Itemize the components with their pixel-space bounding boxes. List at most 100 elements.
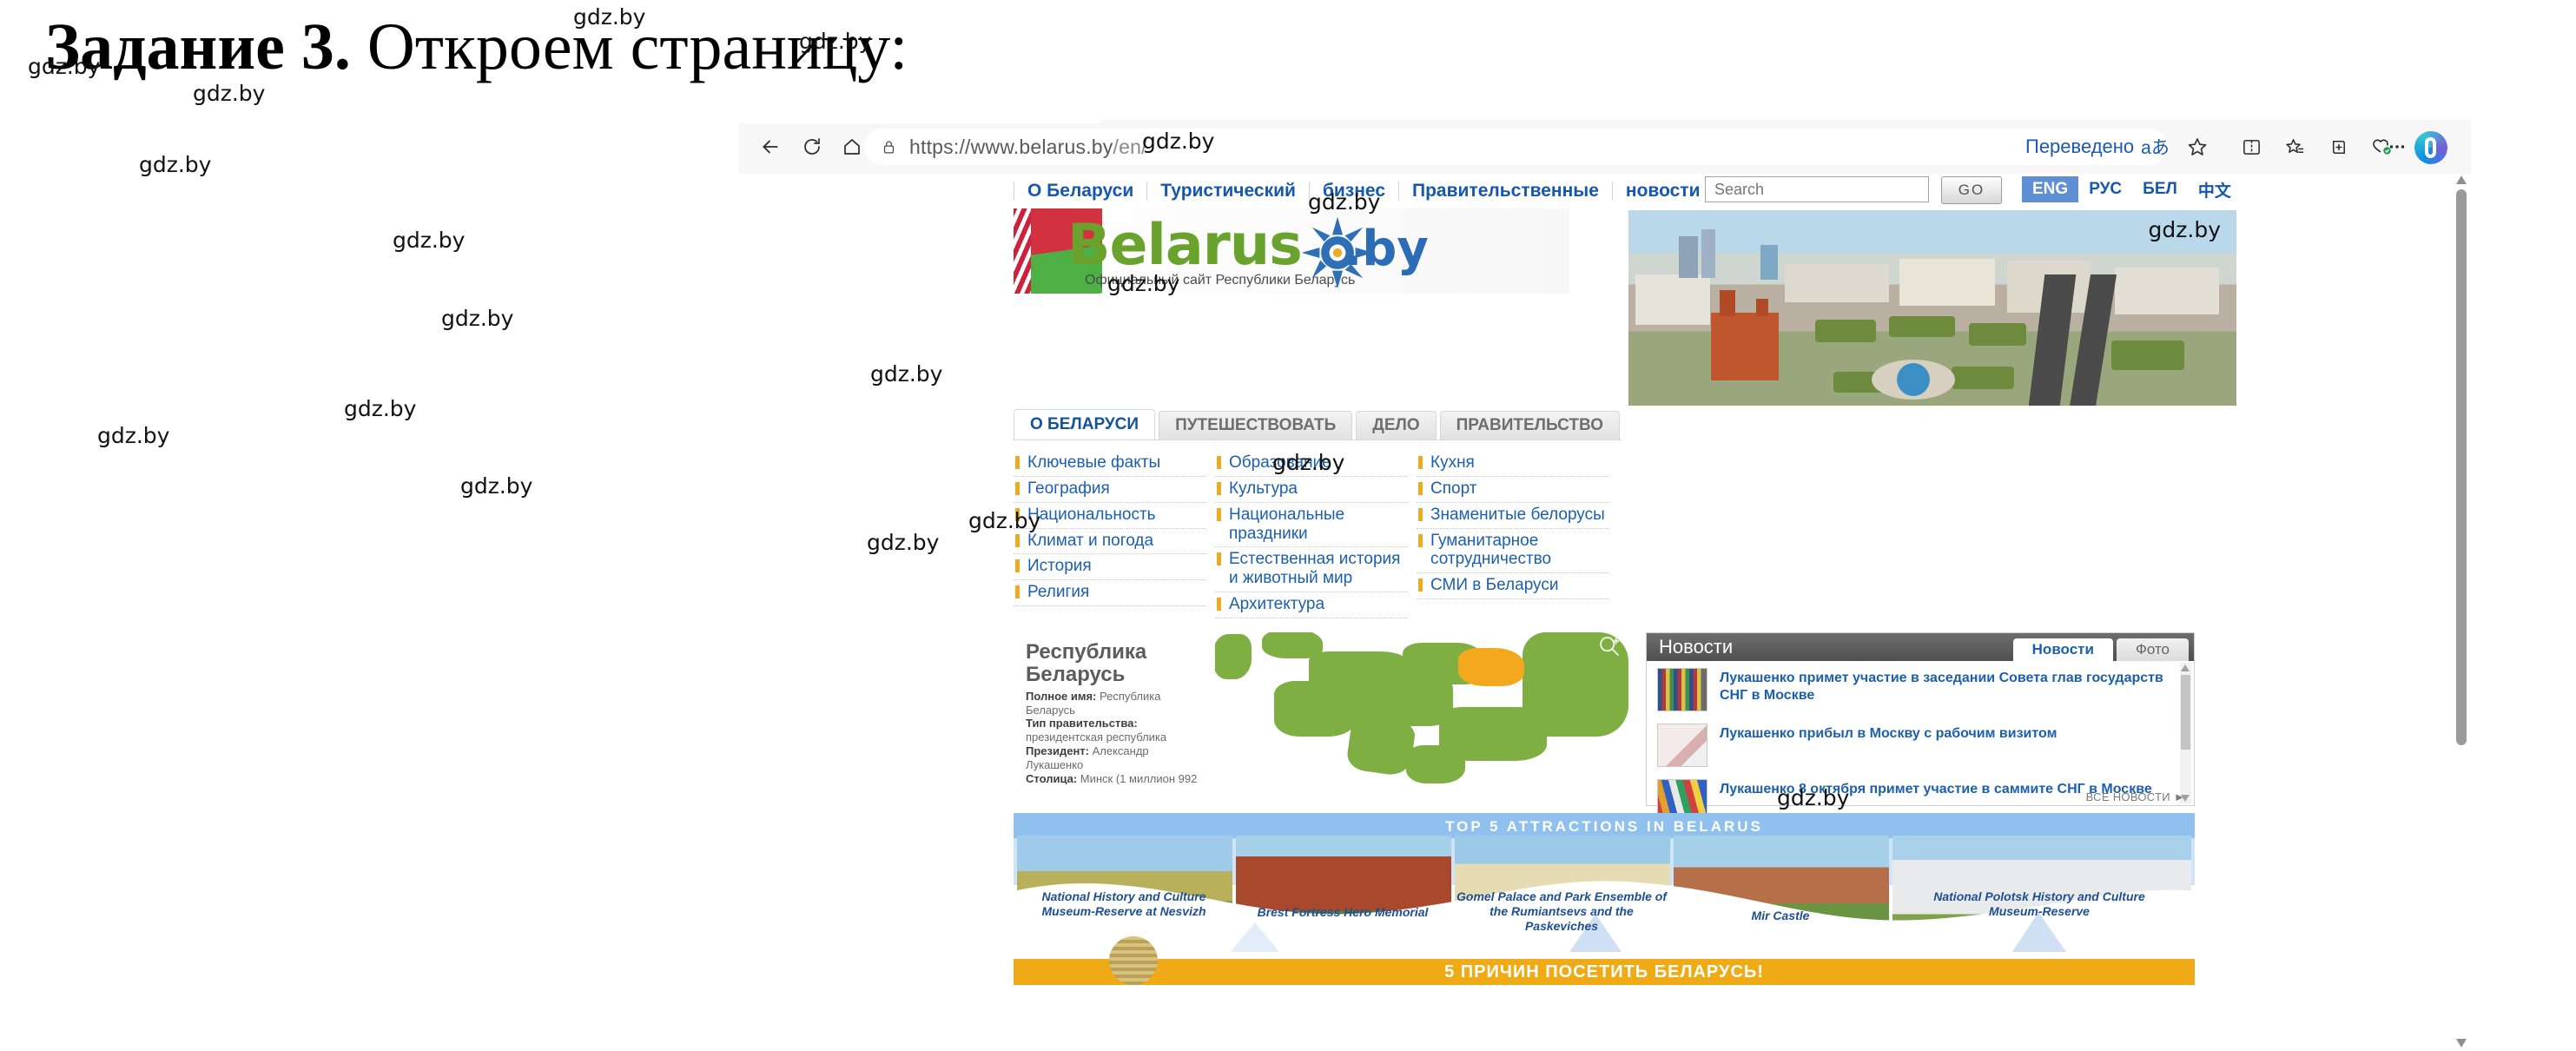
- info-row-president: Президент: Александр Лукашенко: [1026, 744, 1208, 772]
- logo-wordmark: Belarus: [1067, 213, 1303, 278]
- news-list-item[interactable]: Лукашенко прибыл в Москву с рабочим визи…: [1647, 717, 2194, 772]
- tab-government[interactable]: ПРАВИТЕЛЬСТВО: [1439, 411, 1621, 440]
- site-header-row: Belarus Официальный сайт Республики Бела…: [1014, 208, 2236, 408]
- language-bel[interactable]: БЕЛ: [2132, 176, 2188, 202]
- attractions-title: TOP 5 ATTRACTIONS IN BELARUS: [1445, 817, 1763, 835]
- favorites-icon[interactable]: [2277, 130, 2312, 163]
- watermark: gdz.by: [1777, 784, 1850, 810]
- link-sport[interactable]: Спорт: [1417, 477, 1609, 503]
- page-scroll-thumb[interactable]: [2456, 189, 2467, 745]
- link-media[interactable]: СМИ в Беларуси: [1417, 573, 1609, 600]
- scroll-up-icon[interactable]: [2181, 664, 2190, 671]
- link-religion[interactable]: Религия: [1014, 580, 1206, 607]
- news-thumbnail-pens-icon: [1657, 723, 1707, 767]
- news-item-title[interactable]: Лукашенко прибыл в Москву с рабочим визи…: [1720, 724, 2057, 743]
- news-scroll-thumb[interactable]: [2181, 674, 2190, 750]
- news-panel: Новости Новости Фото Лукашенко примет уч…: [1646, 631, 2195, 823]
- attraction-caption-nesvizh: National History and Culture Museum-Rese…: [1041, 889, 1206, 918]
- all-news-link[interactable]: ВСЕ НОВОСТИ ►: [2086, 790, 2185, 803]
- collections-icon[interactable]: [2321, 130, 2355, 163]
- browser-toolbar: https://www.belarus.by/en/ Переведено аあ: [738, 120, 2471, 174]
- info-label: Столица:: [1026, 771, 1078, 784]
- news-scrollbar[interactable]: [2180, 662, 2191, 803]
- news-tab-news[interactable]: Новости: [2012, 638, 2113, 661]
- top-attractions-banner: TOP 5 ATTRACTIONS IN BELARUS National Hi…: [1014, 812, 2195, 952]
- europe-map[interactable]: Республика Беларусь Полное имя: Республи…: [1014, 631, 1632, 784]
- link-history[interactable]: История: [1014, 554, 1206, 581]
- language-rus[interactable]: РУС: [2078, 176, 2132, 202]
- fountain-icon: [1872, 360, 1955, 400]
- info-value: президентская республика: [1026, 730, 1167, 744]
- link-climate[interactable]: Климат и погода: [1014, 529, 1206, 555]
- site-top-nav: О Беларуси Туристический бизнес Правител…: [1014, 176, 1714, 206]
- link-column-2: Образование Культура Национальные праздн…: [1215, 451, 1417, 618]
- belarus-highlight: [1458, 647, 1524, 686]
- star-icon[interactable]: [2180, 130, 2215, 163]
- info-row-full-name: Полное имя: Республика Беларусь: [1026, 690, 1208, 717]
- language-zh[interactable]: 中文: [2188, 176, 2242, 202]
- top-nav-item-4[interactable]: новости: [1613, 182, 1714, 201]
- promo-banner[interactable]: 5 ПРИЧИН ПОСЕТИТЬ БЕЛАРУСЬ!: [1014, 935, 2195, 985]
- site-logo[interactable]: Belarus Официальный сайт Республики Бела…: [1014, 208, 1569, 294]
- info-row-capital: Столица: Минск (1 миллион 992 тысячи): [1026, 772, 1208, 784]
- top-nav-item-2[interactable]: бизнес: [1310, 182, 1400, 201]
- link-humanitarian[interactable]: Гуманитарное сотрудничество: [1417, 529, 1609, 574]
- watermark: gdz.by: [193, 81, 266, 106]
- language-eng[interactable]: ENG: [2022, 176, 2079, 202]
- site-top-bar: О Беларуси Туристический бизнес Правител…: [738, 174, 2471, 208]
- info-label: Тип правительства:: [1026, 717, 1138, 730]
- news-header-title: Новости: [1659, 635, 1734, 658]
- promo-text: 5 ПРИЧИН ПОСЕТИТЬ БЕЛАРУСЬ!: [1444, 962, 1764, 982]
- scroll-up-icon[interactable]: [2456, 175, 2467, 184]
- link-famous-belarusians[interactable]: Знаменитые белорусы: [1417, 503, 1609, 529]
- info-label: Полное имя:: [1026, 689, 1097, 703]
- translated-indicator[interactable]: Переведено аあ: [2015, 129, 2180, 165]
- reload-icon[interactable]: [796, 130, 829, 163]
- watermark: gdz.by: [139, 152, 212, 177]
- link-architecture[interactable]: Архитектура: [1215, 592, 1408, 618]
- address-bar[interactable]: https://www.belarus.by/en/: [864, 129, 2167, 165]
- watermark: gdz.by: [344, 396, 417, 421]
- hero-image-minsk: gdz.by: [1628, 210, 2236, 406]
- news-panel-header: Новости Новости Фото: [1647, 632, 2194, 661]
- url-path: /en/: [1113, 135, 1147, 158]
- red-church-icon: [1711, 290, 1779, 380]
- split-screen-icon[interactable]: [2234, 130, 2269, 163]
- link-national-holidays[interactable]: Национальные праздники: [1215, 503, 1408, 548]
- scroll-down-icon[interactable]: [2456, 1039, 2467, 1048]
- link-geography[interactable]: География: [1014, 477, 1206, 503]
- browser-window: https://www.belarus.by/en/ Переведено аあ: [738, 120, 2471, 1051]
- url-text: https://www.belarus.by/en/: [909, 136, 1147, 159]
- more-options-icon[interactable]: [2380, 130, 2414, 163]
- attraction-caption-polotsk: National Polotsk History and Culture Mus…: [1933, 889, 2145, 918]
- back-arrow-icon[interactable]: [754, 130, 787, 163]
- tab-travel[interactable]: ПУТЕШЕСТВОВАТЬ: [1159, 411, 1353, 440]
- top-nav-item-1[interactable]: Туристический: [1147, 182, 1310, 201]
- link-nationality[interactable]: Национальность: [1014, 503, 1206, 529]
- site-content: Belarus Официальный сайт Республики Бела…: [1014, 208, 2236, 985]
- top-nav-item-0[interactable]: О Беларуси: [1014, 182, 1148, 201]
- browser-tab[interactable]: [738, 120, 1100, 123]
- news-item-title[interactable]: Лукашенко примет участие в заседании Сов…: [1720, 668, 2185, 704]
- page-title-bold: Задание 3.: [45, 10, 351, 83]
- link-culture[interactable]: Культура: [1215, 477, 1408, 503]
- search-input[interactable]: [1705, 176, 1929, 202]
- watermark: gdz.by: [97, 423, 170, 448]
- link-cuisine[interactable]: Кухня: [1417, 451, 1609, 477]
- tab-about-belarus[interactable]: О БЕЛАРУСИ: [1014, 409, 1156, 440]
- link-key-facts[interactable]: Ключевые факты: [1014, 451, 1206, 477]
- magnifier-plus-icon[interactable]: [1597, 634, 1622, 658]
- watermark: gdz.by: [441, 306, 514, 331]
- news-tab-photo[interactable]: Фото: [2116, 638, 2189, 661]
- copilot-icon[interactable]: [2414, 131, 2447, 164]
- link-column-3: Кухня Спорт Знаменитые белорусы Гуманита…: [1417, 451, 1618, 618]
- tab-business[interactable]: ДЕЛО: [1356, 411, 1437, 440]
- link-natural-history[interactable]: Естественная история и животный мир: [1215, 547, 1408, 593]
- watermark: gdz.by: [460, 473, 533, 499]
- search-go-button[interactable]: GO: [1941, 176, 2002, 204]
- link-education[interactable]: Образование: [1215, 451, 1408, 477]
- page-scrollbar[interactable]: [2452, 174, 2471, 1051]
- top-nav-item-3[interactable]: Правительственные: [1399, 182, 1613, 201]
- page-title: Задание 3. Откроем страницу:: [45, 14, 908, 80]
- news-list-item[interactable]: Лукашенко примет участие в заседании Сов…: [1647, 661, 2194, 717]
